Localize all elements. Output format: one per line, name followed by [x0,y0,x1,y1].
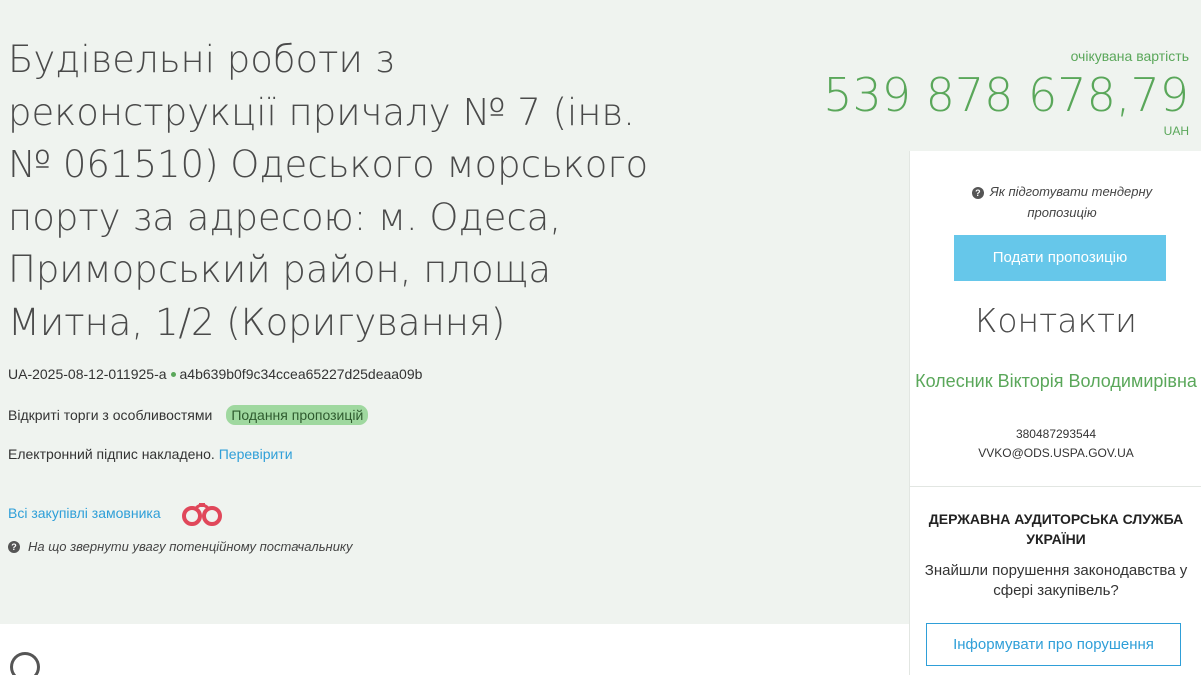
submit-proposal-button[interactable]: Подати пропозицію [954,235,1166,281]
tender-id: UA-2025-08-12-011925-a [8,366,167,382]
expected-price-amount: 539 878 678,79 [823,68,1189,122]
contact-phone: 380487293544 [1015,427,1097,441]
tender-hash: a4b639b0f9c34ccea65227d25deaa09b [179,366,423,382]
contact-name: Колесник Вікторія Володимирівна [915,371,1197,391]
expected-price-label: очікувана вартість [1070,48,1189,64]
contact-email: VVKO@ODS.USPA.GOV.UA [978,446,1134,460]
audit-text: Знайшли порушення законодавства у сфері … [924,562,1188,599]
tender-identifiers: UA-2025-08-12-011925-a a4b639b0f9c34ccea6… [8,366,422,382]
signature-row: Електронний підпис накладено. Перевірити [8,446,293,462]
sidebar-panel: ? Як підготувати тендерну пропозицію Пода… [909,151,1201,675]
supplier-hint[interactable]: ? На що звернути увагу потенційному пост… [8,539,353,554]
signature-text: Електронний підпис накладено. [8,446,215,462]
verify-signature-link[interactable]: Перевірити [219,446,293,462]
all-purchases-row: Всі закупівлі замовника [8,499,225,527]
separator-dot-icon [170,371,176,377]
all-purchases-link[interactable]: Всі закупівлі замовника [8,505,161,521]
procedure-type: Відкриті торги з особливостями [8,407,213,423]
report-violation-button[interactable]: Інформувати про порушення [926,623,1181,666]
status-badge: Подання пропозицій [226,405,369,425]
contacts-title: Контакти [975,301,1137,340]
section-heading-peek [10,652,40,675]
question-circle-icon: ? [971,187,984,199]
howto-text: Як підготувати тендерну пропозицію [989,184,1153,220]
audit-service-block: ДЕРЖАВНА АУДИТОРСЬКА СЛУЖБА УКРАЇНИ Знай… [910,486,1201,675]
binoculars-icon[interactable] [179,499,225,527]
question-circle-icon: ? [8,540,20,553]
audit-title: ДЕРЖАВНА АУДИТОРСЬКА СЛУЖБА УКРАЇНИ [928,511,1184,547]
howto-link[interactable]: ? Як підготувати тендерну пропозицію [910,181,1201,223]
procedure-row: Відкриті торги з особливостями Подання п… [8,405,369,425]
price-currency: UAH [1163,124,1189,138]
tender-title: Будівельні роботи з реконструкції причал… [8,38,649,344]
supplier-hint-text: На що звернути увагу потенційному постач… [28,539,353,554]
